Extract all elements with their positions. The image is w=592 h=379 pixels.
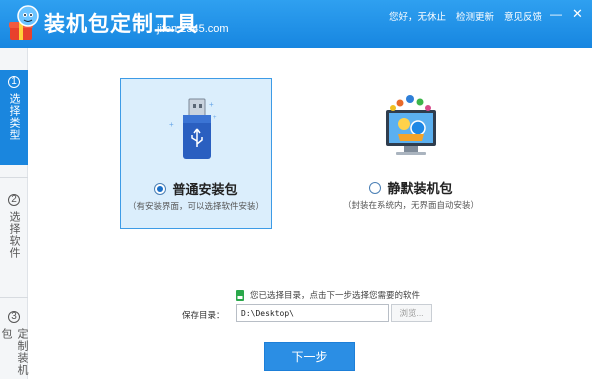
usb-drive-icon: + + +	[169, 98, 217, 159]
svg-text:+: +	[213, 115, 217, 121]
step-divider	[0, 297, 28, 298]
step-select-type[interactable]: 1 选择类型	[0, 70, 28, 165]
directory-hint: 您已选择目录，点击下一步选择您需要的软件	[236, 289, 420, 301]
monitor-apps-icon	[386, 95, 436, 155]
step-label: 选择类型	[8, 93, 20, 141]
silent-installer-title: 静默装机包	[387, 181, 453, 196]
green-folder-icon	[236, 289, 244, 301]
step-sidebar: 1 选择类型 2 选择软件 3 定制装机包	[0, 48, 28, 379]
browse-button[interactable]: 浏览...	[391, 304, 432, 322]
save-dir-input[interactable]	[236, 304, 389, 322]
step-number: 1	[8, 76, 20, 88]
step-number: 3	[8, 311, 20, 323]
normal-installer-desc: （有安装界面，可以选择软件安装）	[127, 201, 264, 211]
step-divider	[0, 177, 28, 178]
step-number: 2	[8, 194, 20, 206]
option-normal-installer[interactable]: + + + 普通安装包 （有安装界面，可以选择软件安装）	[120, 78, 272, 229]
close-button[interactable]: ✕	[572, 7, 583, 20]
next-step-button[interactable]: 下一步	[264, 342, 355, 371]
step-select-software[interactable]: 2 选择软件	[0, 188, 28, 288]
normal-installer-radio[interactable]	[154, 182, 167, 195]
app-domain: jifen.2345.com	[157, 23, 229, 35]
check-update-link[interactable]: 检测更新	[456, 9, 494, 23]
svg-text:+: +	[169, 120, 174, 129]
user-greeting[interactable]: 您好，无休止	[389, 9, 446, 23]
save-dir-label: 保存目录：	[182, 310, 225, 320]
silent-installer-radio[interactable]	[369, 181, 382, 194]
minimize-button[interactable]: —	[550, 8, 562, 20]
step-label: 定制装机包	[0, 328, 28, 376]
hint-text: 您已选择目录，点击下一步选择您需要的软件	[250, 290, 421, 300]
app-logo-icon	[9, 5, 39, 40]
step-customize-package[interactable]: 3 定制装机包	[0, 305, 28, 379]
option-silent-installer[interactable]: 静默装机包 （封装在系统内，无界面自动安装）	[335, 78, 487, 229]
svg-text:+: +	[209, 100, 214, 109]
title-bar: 装机包定制工具 jifen.2345.com 您好，无休止 检测更新 意见反馈 …	[0, 0, 592, 48]
silent-installer-desc: （封装在系统内，无界面自动安装）	[342, 200, 479, 210]
feedback-link[interactable]: 意见反馈	[504, 9, 542, 23]
normal-installer-title: 普通安装包	[172, 182, 238, 197]
step-label: 选择软件	[8, 211, 20, 259]
